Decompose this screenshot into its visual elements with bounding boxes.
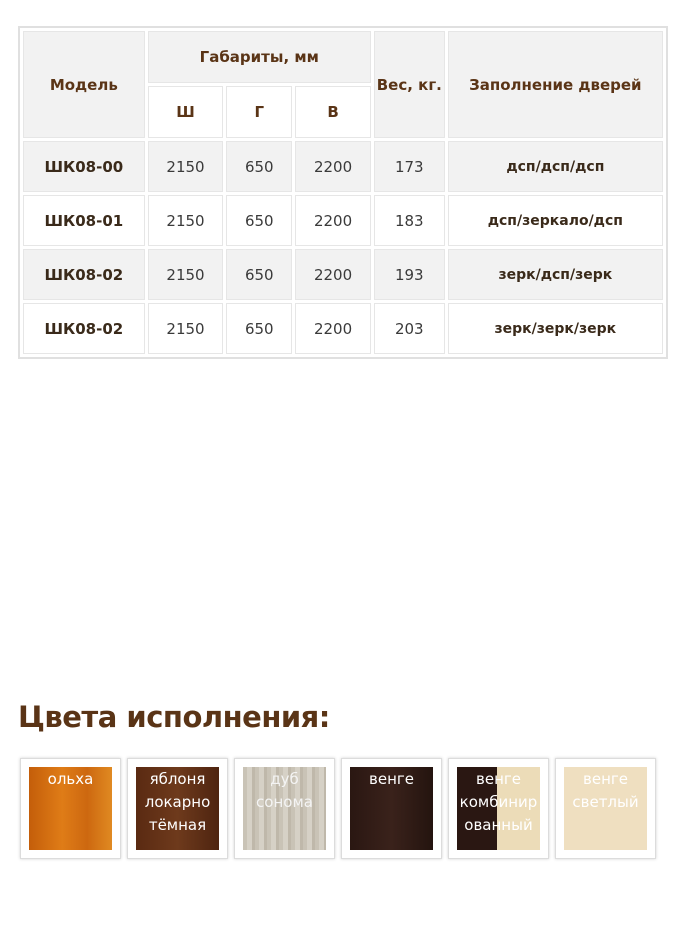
header-depth: Г [226, 86, 293, 138]
cell-depth: 650 [226, 141, 293, 192]
swatch-venge-combo[interactable]: венге комбинированный [448, 758, 549, 859]
swatch-label: венге комбинированный [459, 770, 538, 834]
cell-fill: зерк/зерк/зерк [447, 303, 663, 354]
table-row: ШК08-01 2150 650 2200 183 дсп/зеркало/дс… [23, 195, 663, 246]
cell-height: 2200 [295, 303, 371, 354]
cell-fill: дсп/зеркало/дсп [447, 195, 663, 246]
cell-width: 2150 [147, 249, 224, 300]
cell-weight: 193 [373, 249, 445, 300]
color-swatches: ольха яблоня локарно тёмная дуб сонома в… [20, 758, 656, 859]
swatch-label: дуб сонома [256, 770, 313, 811]
color-chip: яблоня локарно тёмная [136, 767, 219, 850]
header-model: Модель [23, 31, 145, 138]
cell-height: 2200 [295, 141, 371, 192]
cell-model: ШК08-02 [23, 303, 145, 354]
cell-model: ШК08-02 [23, 249, 145, 300]
cell-model: ШК08-00 [23, 141, 145, 192]
header-weight: Вес, кг. [373, 31, 445, 138]
cell-fill: зерк/дсп/зерк [447, 249, 663, 300]
swatch-olha[interactable]: ольха [20, 758, 121, 859]
color-chip: венге светлый [564, 767, 647, 850]
header-dimensions: Габариты, мм [147, 31, 371, 83]
specs-table: Модель Габариты, мм Вес, кг. Заполнение … [18, 26, 668, 359]
swatch-venge[interactable]: венге [341, 758, 442, 859]
header-door-fill: Заполнение дверей [447, 31, 663, 138]
cell-height: 2200 [295, 249, 371, 300]
swatch-label: яблоня локарно тёмная [144, 770, 211, 834]
swatch-venge-light[interactable]: венге светлый [555, 758, 656, 859]
header-width: Ш [147, 86, 224, 138]
swatch-dub-sonoma[interactable]: дуб сонома [234, 758, 335, 859]
color-chip: дуб сонома [243, 767, 326, 850]
table-row: ШК08-00 2150 650 2200 173 дсп/дсп/дсп [23, 141, 663, 192]
table-row: ШК08-02 2150 650 2200 203 зерк/зерк/зерк [23, 303, 663, 354]
swatch-label: венге [369, 770, 414, 788]
cell-weight: 183 [373, 195, 445, 246]
color-chip: венге [350, 767, 433, 850]
cell-width: 2150 [147, 303, 224, 354]
color-chip: ольха [29, 767, 112, 850]
cell-height: 2200 [295, 195, 371, 246]
swatch-label: ольха [47, 770, 94, 788]
cell-depth: 650 [226, 249, 293, 300]
cell-model: ШК08-01 [23, 195, 145, 246]
cell-depth: 650 [226, 303, 293, 354]
cell-width: 2150 [147, 195, 224, 246]
cell-weight: 173 [373, 141, 445, 192]
cell-weight: 203 [373, 303, 445, 354]
cell-width: 2150 [147, 141, 224, 192]
color-chip: венге комбинированный [457, 767, 540, 850]
cell-depth: 650 [226, 195, 293, 246]
swatch-yablonya[interactable]: яблоня локарно тёмная [127, 758, 228, 859]
table-row: ШК08-02 2150 650 2200 193 зерк/дсп/зерк [23, 249, 663, 300]
header-height: В [295, 86, 371, 138]
swatch-label: венге светлый [572, 770, 639, 811]
cell-fill: дсп/дсп/дсп [447, 141, 663, 192]
colors-title: Цвета исполнения: [18, 700, 330, 734]
